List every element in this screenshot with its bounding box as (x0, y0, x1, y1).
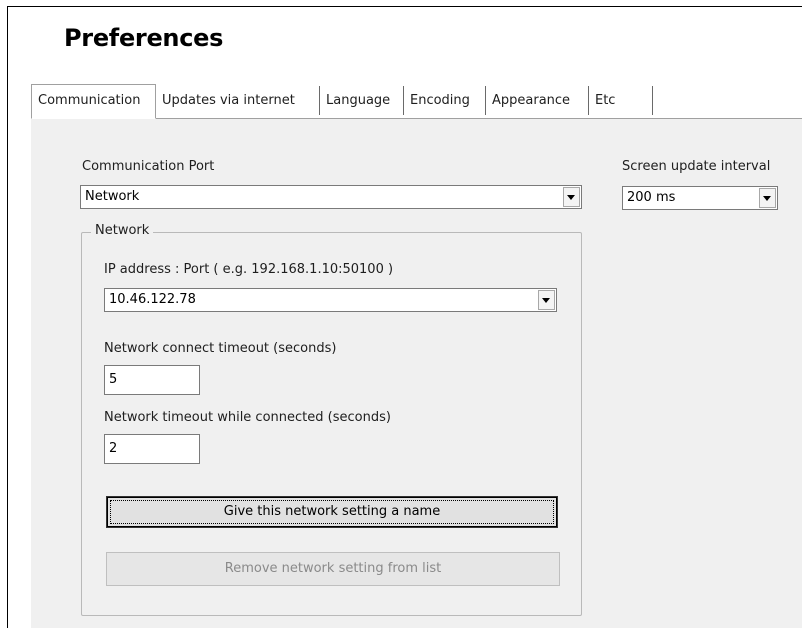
page-title: Preferences (64, 24, 224, 52)
timeout-while-connected-value: 2 (109, 441, 118, 456)
network-group-title: Network (91, 223, 154, 238)
communication-port-value: Network (85, 189, 140, 204)
tab-appearance[interactable]: Appearance (486, 86, 589, 115)
chevron-down-icon[interactable] (563, 187, 580, 207)
connect-timeout-value: 5 (109, 372, 118, 387)
tab-updates-via-internet[interactable]: Updates via internet (156, 86, 320, 115)
communication-port-select[interactable]: Network (80, 185, 582, 209)
connect-timeout-label: Network connect timeout (seconds) (104, 341, 337, 356)
screen-update-interval-value: 200 ms (627, 190, 676, 205)
tab-strip: Communication Updates via internet Langu… (31, 84, 802, 119)
timeout-while-connected-label: Network timeout while connected (seconds… (104, 410, 391, 425)
ip-address-value: 10.46.122.78 (109, 292, 196, 307)
name-network-setting-button[interactable]: Give this network setting a name (106, 496, 558, 528)
chevron-down-icon[interactable] (538, 290, 555, 310)
chevron-down-icon[interactable] (759, 188, 776, 208)
communication-port-label: Communication Port (82, 159, 215, 174)
tab-language[interactable]: Language (320, 86, 404, 115)
window-frame-left (7, 6, 8, 628)
remove-network-setting-button[interactable]: Remove network setting from list (106, 552, 560, 586)
tab-encoding[interactable]: Encoding (404, 86, 486, 115)
screen-update-interval-label: Screen update interval (622, 159, 771, 174)
remove-network-setting-label: Remove network setting from list (224, 561, 442, 576)
tab-etc[interactable]: Etc (589, 86, 653, 115)
focus-ring (110, 500, 554, 524)
ip-address-label: IP address : Port ( e.g. 192.168.1.10:50… (104, 262, 394, 277)
tab-communication[interactable]: Communication (31, 84, 156, 119)
connect-timeout-input[interactable]: 5 (104, 365, 200, 395)
timeout-while-connected-input[interactable]: 2 (104, 434, 200, 464)
ip-address-combo[interactable]: 10.46.122.78 (104, 288, 557, 312)
screen-update-interval-select[interactable]: 200 ms (622, 186, 778, 210)
window-frame-top (7, 6, 802, 7)
